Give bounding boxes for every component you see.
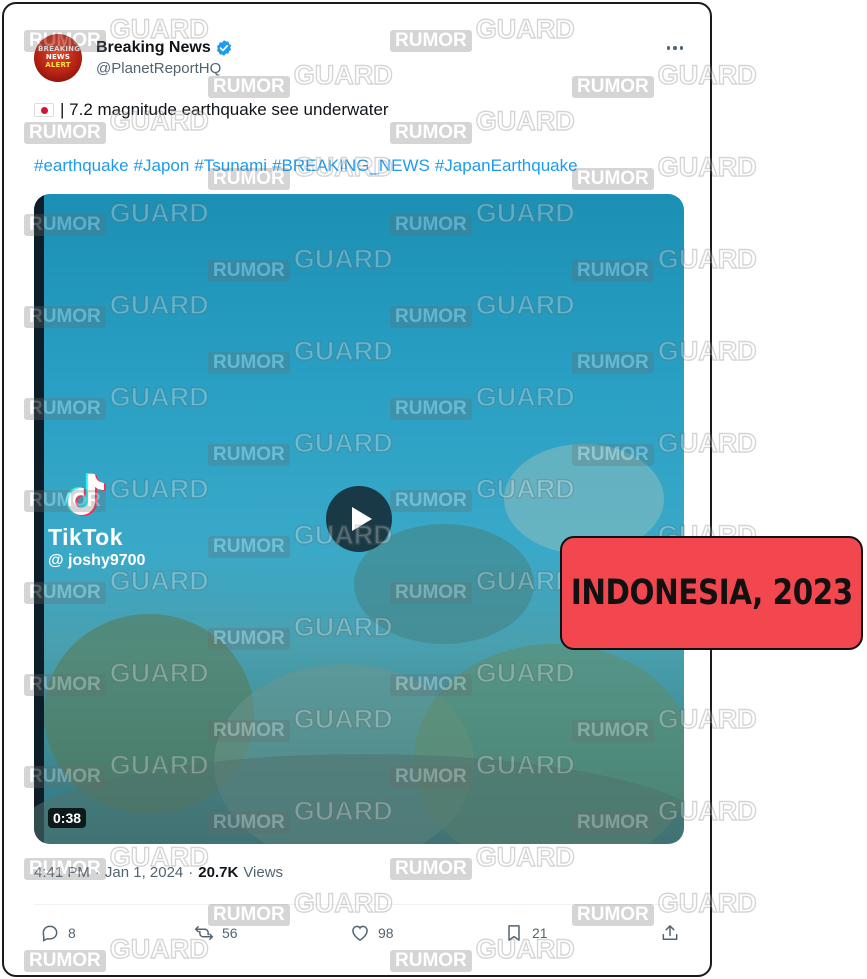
reply-icon <box>42 925 58 942</box>
reply-count: 8 <box>68 925 76 941</box>
like-count: 98 <box>378 925 394 941</box>
heart-icon <box>352 925 368 941</box>
author-display-name[interactable]: Breaking News <box>96 39 211 57</box>
meta-separator: · <box>188 864 194 881</box>
hashtag-link[interactable]: #BREAKING_NEWS <box>272 156 430 176</box>
tweet-header: BREAKING NEWS ALERT Breaking News @Plane… <box>34 34 694 84</box>
tweet-card: BREAKING NEWS ALERT Breaking News @Plane… <box>2 2 712 977</box>
hashtag-link[interactable]: #earthquake <box>34 156 129 176</box>
post-meta: 4:41 PM · Jan 1, 2024 · 20.7K Views <box>34 864 283 881</box>
post-text: | 7.2 magnitude earthquake see underwate… <box>34 100 694 120</box>
divider <box>34 904 694 905</box>
repost-icon <box>194 926 214 940</box>
video-frame-edge <box>34 194 44 844</box>
bookmark-icon <box>508 925 520 941</box>
bookmark-button[interactable]: 21 <box>504 918 548 948</box>
author-handle[interactable]: @PlanetReportHQ <box>96 60 221 77</box>
reply-button[interactable]: 8 <box>40 918 76 948</box>
post-date[interactable]: Jan 1, 2024 <box>105 864 183 881</box>
meta-separator: · <box>94 864 100 881</box>
bookmark-count: 21 <box>532 925 548 941</box>
like-button[interactable]: 98 <box>350 918 394 948</box>
views-label: Views <box>243 864 284 881</box>
tiktok-username: @ joshy9700 <box>48 552 146 569</box>
play-button[interactable] <box>326 486 392 552</box>
avatar[interactable]: BREAKING NEWS ALERT <box>34 34 82 82</box>
hashtag-link[interactable]: #Tsunami <box>194 156 267 176</box>
japan-flag-icon <box>34 103 54 117</box>
video-duration: 0:38 <box>48 808 87 828</box>
action-bar: 8 56 98 21 <box>34 918 684 948</box>
share-icon <box>662 925 678 940</box>
more-options-icon[interactable] <box>660 36 690 60</box>
overlay-label: INDONESIA, 2023 <box>560 536 863 650</box>
repost-button[interactable]: 56 <box>194 918 238 948</box>
overlay-label-text: INDONESIA, 2023 <box>570 573 853 613</box>
tiktok-logo-icon <box>66 473 106 516</box>
hashtag-link[interactable]: #JapanEarthquake <box>435 156 578 176</box>
tiktok-watermark-label: TikTok <box>48 524 123 550</box>
share-button[interactable] <box>660 918 680 948</box>
views-count: 20.7K <box>198 864 239 881</box>
hashtag-list: #earthquake #Japon #Tsunami #BREAKING_NE… <box>34 156 578 176</box>
hashtag-link[interactable]: #Japon <box>134 156 190 176</box>
post-text-body: | 7.2 magnitude earthquake see underwate… <box>60 100 389 119</box>
verified-badge-icon <box>216 40 231 56</box>
post-time[interactable]: 4:41 PM <box>34 864 90 881</box>
repost-count: 56 <box>222 925 238 941</box>
video-player[interactable]: TikTok @ joshy9700 0:38 <box>34 194 684 844</box>
author-name-row: Breaking News <box>96 37 233 59</box>
avatar-logo-text: BREAKING NEWS ALERT <box>38 45 81 69</box>
